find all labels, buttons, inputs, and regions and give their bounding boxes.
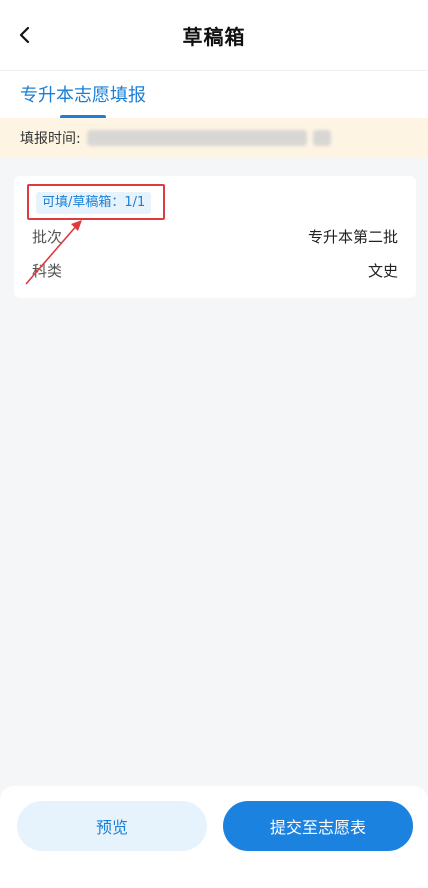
row-batch: 批次 专升本第二批 — [32, 224, 398, 248]
bottom-action-bar: 预览 提交至志愿表 — [0, 786, 428, 888]
page-title: 草稿箱 — [182, 24, 246, 49]
subject-value: 文史 — [367, 261, 398, 280]
fill-time-label: 填报时间: — [20, 131, 81, 147]
redacted-time-tail — [312, 130, 331, 146]
preview-button[interactable]: 预览 — [17, 801, 207, 851]
tab-zhuanshengben[interactable]: 专升本志愿填报 — [20, 81, 146, 107]
draft-card[interactable]: 可填/草稿箱：1/1 批次 专升本第二批 科类 文史 — [14, 176, 416, 298]
chevron-left-icon — [19, 26, 30, 44]
back-button[interactable] — [10, 20, 40, 50]
submit-button[interactable]: 提交至志愿表 — [223, 801, 413, 851]
page: 草稿箱 专升本志愿填报 填报时间: 可填/草稿箱：1/1 批次 专升本第二批 科… — [0, 0, 428, 888]
tab-bar: 专升本志愿填报 — [0, 70, 428, 119]
header: 草稿箱 — [0, 0, 428, 70]
row-subject: 科类 文史 — [32, 258, 398, 282]
fill-time-bar: 填报时间: — [0, 118, 428, 158]
redacted-time — [86, 130, 307, 146]
subject-label: 科类 — [32, 261, 63, 280]
batch-value: 专升本第二批 — [307, 227, 398, 246]
annotation-box: 可填/草稿箱：1/1 — [27, 184, 165, 220]
draft-count-badge: 可填/草稿箱：1/1 — [36, 192, 152, 214]
batch-label: 批次 — [32, 227, 63, 246]
